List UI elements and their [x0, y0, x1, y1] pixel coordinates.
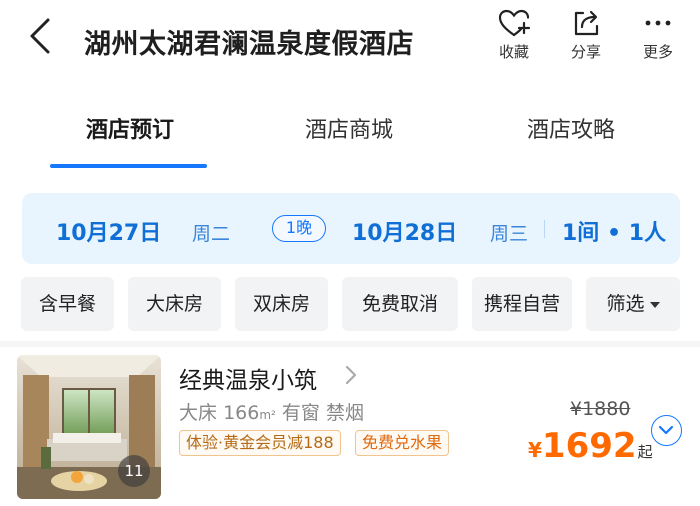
- expand-button[interactable]: [651, 415, 682, 446]
- chevron-down-icon: [658, 425, 674, 435]
- filter-ctrip-self-operated[interactable]: 携程自营: [472, 277, 572, 331]
- share-button[interactable]: 分享: [558, 8, 614, 72]
- date-selector[interactable]: 10月27日 周二 1晚 10月28日 周三 1间 • 1人: [22, 193, 680, 264]
- filter-button[interactable]: 筛选: [586, 277, 680, 331]
- price-amount: 1692: [541, 426, 637, 466]
- window-info: 有窗: [281, 402, 320, 424]
- price: ¥1692起: [528, 426, 653, 466]
- date-bar-divider: [544, 220, 545, 238]
- checkout-date[interactable]: 10月28日: [352, 215, 457, 247]
- share-icon: [574, 10, 599, 36]
- header-bar: 湖州太湖君澜温泉度假酒店 收藏 分享 更多: [0, 0, 700, 84]
- filter-breakfast[interactable]: 含早餐: [21, 277, 114, 331]
- room-name[interactable]: 经典温泉小筑: [179, 361, 317, 395]
- tab-bar: 酒店预订 酒店商城 酒店攻略: [0, 100, 700, 168]
- tab-hotel-mall[interactable]: 酒店商城: [269, 112, 429, 144]
- more-dots-icon: [645, 20, 671, 26]
- filter-free-cancel[interactable]: 免费取消: [342, 277, 458, 331]
- section-divider: [0, 341, 700, 347]
- more-button[interactable]: 更多: [630, 8, 686, 72]
- smoking-info: 禁烟: [325, 402, 364, 424]
- area-unit: m²: [259, 408, 276, 422]
- price-suffix: 起: [637, 443, 653, 461]
- chevron-right-icon: [345, 365, 357, 385]
- caret-down-icon: [649, 301, 660, 308]
- chevron-left-icon: [30, 18, 50, 54]
- filter-label: 筛选: [606, 293, 645, 315]
- tab-hotel-booking[interactable]: 酒店预订: [50, 112, 210, 144]
- original-price: ¥1880: [570, 398, 631, 420]
- active-tab-indicator: [50, 164, 207, 168]
- filter-twin-bed[interactable]: 双床房: [235, 277, 328, 331]
- rooms-guests-selector[interactable]: 1间 • 1人: [562, 215, 666, 247]
- filter-chips: 含早餐 大床房 双床房 免费取消 携程自营 筛选: [0, 277, 700, 333]
- free-fruit-tag: 免费兑水果: [355, 430, 450, 456]
- image-count: 11: [124, 462, 144, 480]
- room-area: 166: [223, 402, 260, 424]
- tab-hotel-guide[interactable]: 酒店攻略: [491, 112, 651, 144]
- room-specs: 大床 166m² 有窗 禁烟: [179, 398, 364, 425]
- heart-plus-icon: [498, 9, 531, 37]
- bed-type: 大床: [179, 402, 218, 424]
- filter-king-bed[interactable]: 大床房: [128, 277, 221, 331]
- favorite-label: 收藏: [498, 43, 529, 61]
- hotel-title: 湖州太湖君澜温泉度假酒店: [84, 29, 414, 60]
- member-discount-tag: 体验·黄金会员减188: [179, 430, 341, 456]
- price-currency: ¥: [528, 438, 542, 462]
- share-label: 分享: [570, 43, 601, 61]
- checkin-date[interactable]: 10月27日: [56, 215, 161, 247]
- nights-badge: 1晚: [272, 215, 326, 242]
- back-button[interactable]: [22, 14, 62, 58]
- checkin-weekday: 周二: [192, 223, 231, 245]
- more-label: 更多: [642, 43, 673, 61]
- checkout-weekday: 周三: [490, 223, 529, 245]
- favorite-button[interactable]: 收藏: [486, 8, 542, 72]
- room-card[interactable]: 11 经典温泉小筑 大床 166m² 有窗 禁烟 体验·黄金会员减188 免费兑…: [0, 350, 700, 506]
